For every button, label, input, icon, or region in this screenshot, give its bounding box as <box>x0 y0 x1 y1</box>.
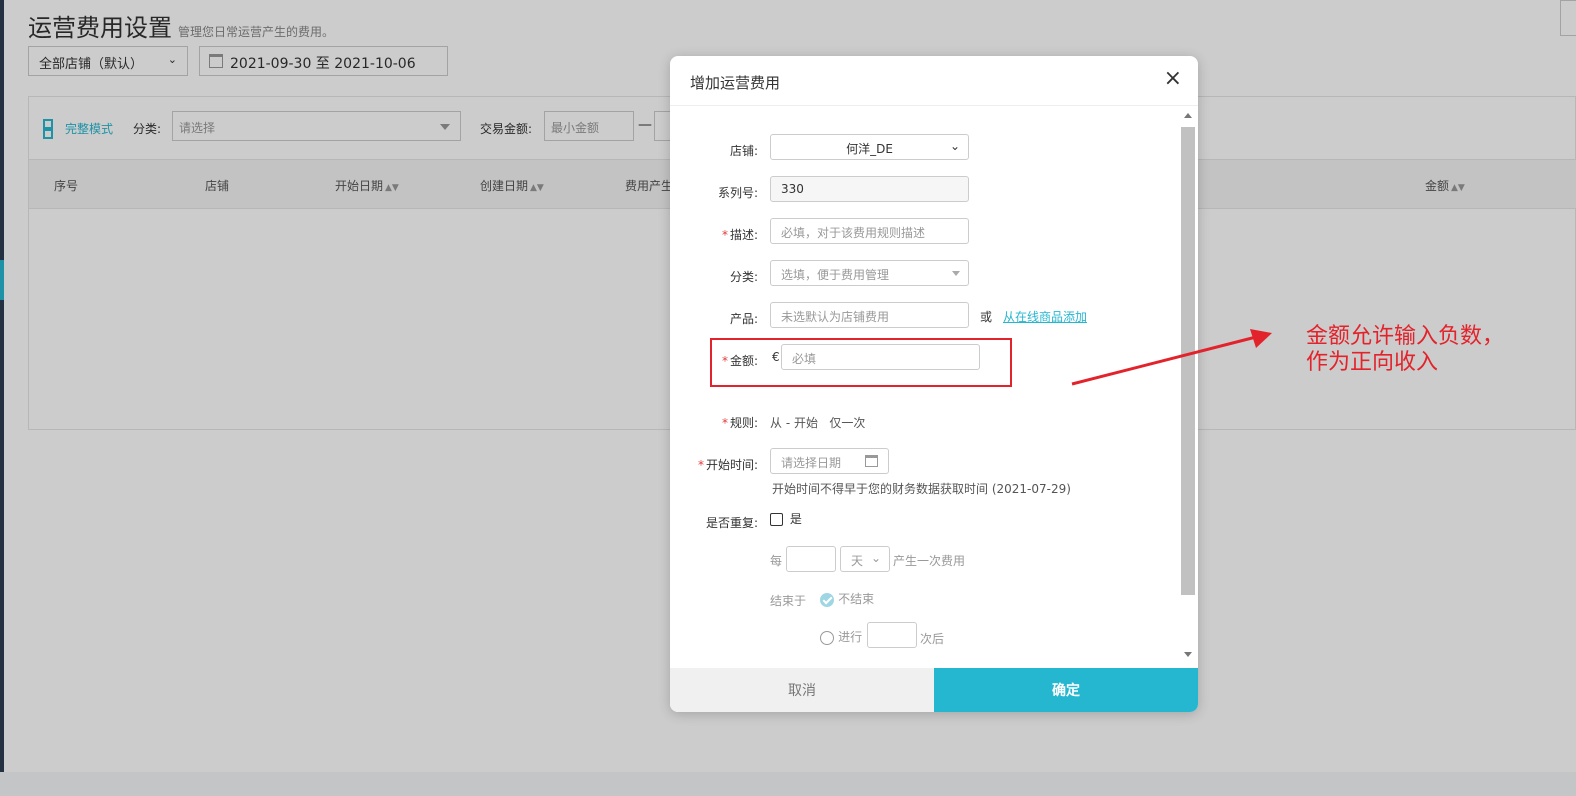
end-after-radio-wrap[interactable]: 进行 <box>820 628 862 645</box>
end-never-radio-wrap[interactable]: 不结束 <box>820 590 874 607</box>
rule-value: 从 - 开始 仅一次 <box>770 416 866 430</box>
start-date-placeholder: 请选择日期 <box>781 456 842 470</box>
start-time-hint: 开始时间不得早于您的财务数据获取时间 (2021-07-29) <box>772 482 1071 496</box>
close-icon[interactable]: × <box>1164 68 1182 90</box>
store-select[interactable]: 何洋_DE ⌄ <box>770 134 969 160</box>
repeat-row: 是否重复: 是 <box>670 506 1170 536</box>
store-label: 店铺: <box>729 144 758 158</box>
end-after-prefix: 进行 <box>838 630 863 644</box>
end-never-radio[interactable] <box>820 592 834 607</box>
store-value: 何洋_DE <box>846 142 893 156</box>
annotation-arrow-icon <box>1071 329 1272 386</box>
category-row: 分类: 选填，便于费用管理 <box>670 260 1170 290</box>
annotation-line-1: 金额允许输入负数， <box>1306 324 1505 349</box>
annotation-note: 金额允许输入负数， 作为正向收入 <box>1306 324 1566 376</box>
every-unit-value: 天 <box>851 554 864 568</box>
scroll-down-icon[interactable] <box>1184 652 1192 657</box>
end-row: 结束于 不结束 <box>670 586 1170 616</box>
serial-value: 330 <box>781 182 804 196</box>
rule-row: * 规则: 从 - 开始 仅一次 <box>670 406 1170 436</box>
modal-header: 增加运营费用 × <box>670 56 1198 106</box>
end-after-row: 进行 次后 <box>670 622 1170 652</box>
start-date-picker[interactable]: 请选择日期 <box>770 448 889 474</box>
serial-field: 330 <box>770 176 969 202</box>
product-label: 产品: <box>729 312 758 326</box>
category-select[interactable]: 选填，便于费用管理 <box>770 260 969 286</box>
repeat-checkbox[interactable] <box>770 513 783 526</box>
every-unit-select[interactable]: 天 ⌄ <box>840 546 890 572</box>
every-row: 每 天 ⌄ 产生一次费用 <box>670 546 1170 576</box>
category-placeholder: 选填，便于费用管理 <box>781 268 890 282</box>
store-row: 店铺: 何洋_DE ⌄ <box>670 134 1170 164</box>
description-input[interactable]: 必填，对于该费用规则描述 <box>770 218 969 244</box>
end-never-label: 不结束 <box>838 592 875 606</box>
end-after-suffix: 次后 <box>920 632 945 646</box>
chevron-down-icon: ⌄ <box>870 551 881 565</box>
modal-footer: 取消 确定 <box>670 668 1198 712</box>
annotation-line-2: 作为正向收入 <box>1306 350 1439 375</box>
end-after-radio[interactable] <box>820 630 834 645</box>
every-prefix: 每 <box>770 554 783 568</box>
serial-label: 系列号: <box>717 186 758 200</box>
serial-row: 系列号: 330 <box>670 176 1170 206</box>
caret-down-icon <box>952 271 960 276</box>
every-suffix: 产生一次费用 <box>893 554 966 568</box>
end-after-count-input[interactable] <box>867 622 917 648</box>
description-placeholder: 必填，对于该费用规则描述 <box>781 226 926 240</box>
rule-label: * 规则: <box>721 416 758 430</box>
confirm-button[interactable]: 确定 <box>934 668 1198 712</box>
modal-title: 增加运营费用 <box>690 74 781 92</box>
product-input[interactable]: 未选默认为店铺费用 <box>770 302 969 328</box>
start-time-label: * 开始时间: <box>697 458 758 472</box>
repeat-checkbox-wrap[interactable]: 是 <box>770 510 802 527</box>
repeat-option-label: 是 <box>789 512 802 526</box>
cancel-button[interactable]: 取消 <box>670 668 934 712</box>
start-time-row: * 开始时间: 请选择日期 开始时间不得早于您的财务数据获取时间 (2021-07… <box>670 448 1170 496</box>
every-count-input[interactable] <box>786 546 836 572</box>
end-label: 结束于 <box>770 594 807 608</box>
chevron-down-icon: ⌄ <box>949 139 960 153</box>
amount-highlight-box <box>710 338 1012 387</box>
product-or: 或 <box>980 310 993 324</box>
description-row: * 描述: 必填，对于该费用规则描述 <box>670 218 1170 248</box>
scroll-up-icon[interactable] <box>1184 113 1192 118</box>
product-placeholder: 未选默认为店铺费用 <box>781 310 890 324</box>
description-label: * 描述: <box>721 228 758 242</box>
category-label: 分类: <box>729 270 758 284</box>
calendar-icon <box>865 455 878 467</box>
repeat-label: 是否重复: <box>705 516 758 530</box>
